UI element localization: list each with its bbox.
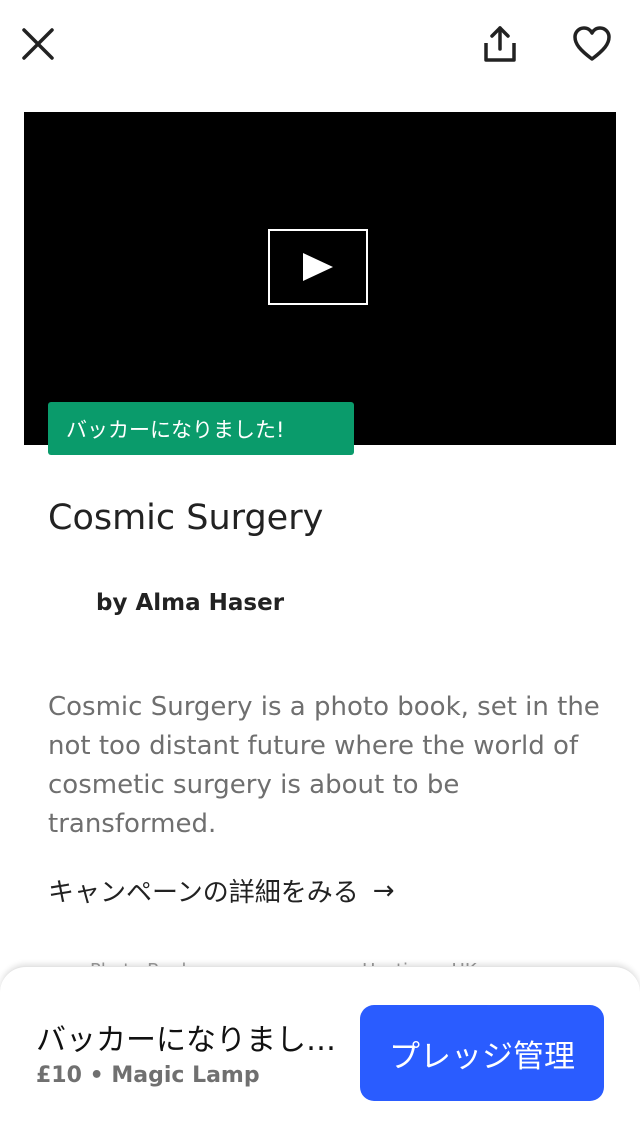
pledge-footer: バッカーになりました! £10 • Magic Lamp プレッジ管理 (0, 966, 640, 1137)
project-title: Cosmic Surgery (48, 498, 324, 538)
share-icon (484, 26, 516, 62)
backer-badge: バッカーになりました! (48, 402, 354, 455)
pledge-amount: £10 (36, 1063, 82, 1088)
manage-pledge-button[interactable]: プレッジ管理 (360, 1005, 604, 1101)
play-button[interactable] (268, 229, 368, 305)
campaign-details-link[interactable]: キャンペーンの詳細をみる → (48, 872, 395, 909)
close-button[interactable] (14, 20, 62, 68)
pledge-summary: £10 • Magic Lamp (36, 1063, 260, 1088)
close-icon (22, 28, 54, 60)
play-icon (303, 253, 333, 281)
bullet-separator: • (89, 1063, 112, 1088)
favorite-button[interactable] (568, 20, 616, 68)
arrow-right-icon: → (372, 875, 395, 906)
share-button[interactable] (476, 20, 524, 68)
reward-name: Magic Lamp (111, 1063, 260, 1088)
project-author[interactable]: by Alma Haser (96, 590, 284, 616)
video-player[interactable] (24, 112, 616, 445)
pledge-status: バッカーになりました! (36, 1023, 336, 1058)
heart-icon (573, 26, 611, 61)
campaign-details-label: キャンペーンの詳細をみる (48, 878, 359, 908)
top-bar (0, 0, 640, 92)
project-description: Cosmic Surgery is a photo book, set in t… (48, 692, 600, 839)
